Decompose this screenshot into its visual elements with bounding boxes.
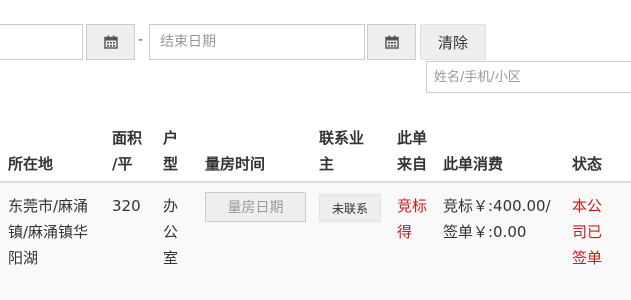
measure-date-button[interactable]: 量房日期 [205,192,306,222]
header-area-line2: /平 [112,155,133,173]
cell-type-line2: 公 [163,223,179,241]
header-location: 所在地 [8,155,54,173]
header-contact-line1: 联系业 [319,129,365,147]
start-date-input[interactable] [0,25,82,59]
end-date-field[interactable] [149,24,365,60]
header-type-line1: 户 [163,129,179,147]
start-date-field[interactable] [0,24,83,60]
cell-status-line1: 本公 [572,197,603,215]
cell-cost-line1: 竞标￥:400.00/ [443,197,551,215]
cell-location-line2: 镇/麻涌镇华 [8,223,89,241]
header-source-line2: 来自 [397,155,428,173]
start-calendar-button[interactable] [86,24,135,60]
cell-source-line1: 竞标 [397,197,428,215]
date-range-separator: - [138,32,144,48]
calendar-icon [103,35,118,49]
header-cost: 此单消费 [443,155,504,173]
cell-area: 320 [112,197,141,215]
cell-status-line3: 签单 [572,249,603,267]
cell-cost-line2: 签单￥:0.00 [443,223,527,241]
cell-location-line1: 东莞市/麻涌 [8,197,89,215]
cell-type-line1: 办 [163,197,179,215]
header-measure-time: 量房时间 [205,155,266,173]
calendar-icon [384,35,399,49]
header-area-line1: 面积 [112,129,143,147]
cell-source-line2: 得 [397,223,413,241]
header-status: 状态 [572,155,603,173]
end-calendar-button[interactable] [367,24,416,60]
end-date-input[interactable] [160,25,364,59]
search-field[interactable] [426,61,631,93]
search-input[interactable] [427,62,631,92]
clear-button[interactable]: 清除 [420,24,486,60]
order-list-page: - 清除 所在地 面积 /平 户 型 量房时间 联系业 主 此单 来自 此单消费… [0,0,631,300]
cell-status-line2: 司已 [572,223,603,241]
header-source-line1: 此单 [397,129,428,147]
cell-location-line3: 阳湖 [8,249,39,267]
contact-status-badge: 未联系 [319,194,381,222]
header-contact-line2: 主 [319,155,335,173]
cell-type-line3: 室 [163,249,179,267]
header-type-line2: 型 [163,155,179,173]
